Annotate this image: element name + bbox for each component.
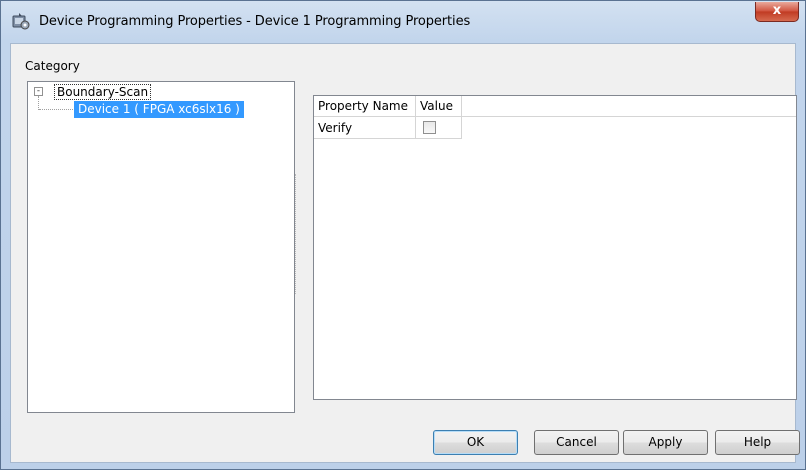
column-header-value[interactable]: Value	[416, 96, 462, 117]
property-row-verify: Verify	[314, 117, 462, 139]
device-properties-icon	[11, 12, 31, 32]
panel-splitter[interactable]	[295, 174, 297, 294]
category-tree[interactable]: - Boundary-Scan Device 1 ( FPGA xc6slx16…	[27, 81, 295, 413]
apply-button[interactable]: Apply	[623, 430, 708, 455]
property-grid: Property Name Value Verify	[313, 95, 797, 400]
collapse-icon[interactable]: -	[34, 87, 43, 96]
property-grid-header: Property Name Value	[314, 96, 796, 117]
window-title: Device Programming Properties - Device 1…	[39, 14, 471, 29]
dialog-window: Device Programming Properties - Device 1…	[0, 0, 806, 470]
tree-connector-line	[38, 96, 39, 110]
verify-checkbox[interactable]	[423, 121, 436, 134]
tree-node-device-1[interactable]: Device 1 ( FPGA xc6slx16 )	[74, 101, 244, 118]
property-name-cell: Verify	[314, 117, 416, 139]
ok-button[interactable]: OK	[433, 430, 518, 455]
close-button[interactable]: x	[755, 2, 799, 22]
title-bar[interactable]: Device Programming Properties - Device 1…	[1, 1, 805, 43]
help-button[interactable]: Help	[715, 430, 800, 455]
tree-node-boundary-scan[interactable]: Boundary-Scan	[54, 84, 152, 100]
category-label: Category	[25, 59, 80, 73]
column-header-property-name[interactable]: Property Name	[314, 96, 416, 117]
property-value-cell	[416, 117, 462, 139]
close-icon: x	[772, 3, 782, 18]
dialog-body: Category - Boundary-Scan Device 1 ( FPGA…	[10, 43, 800, 463]
cancel-button[interactable]: Cancel	[534, 430, 619, 455]
tree-connector-line	[39, 109, 73, 110]
